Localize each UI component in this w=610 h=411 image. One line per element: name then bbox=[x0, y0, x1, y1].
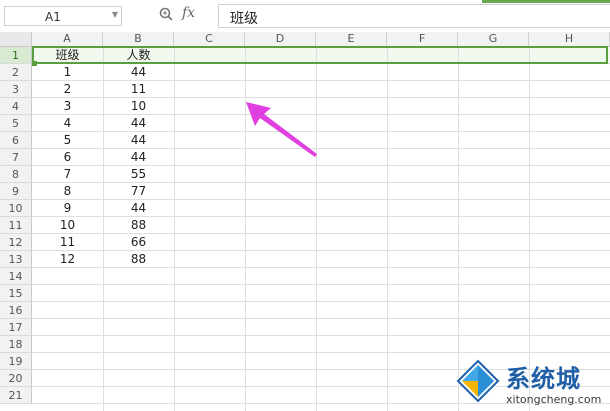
row-header-11[interactable]: 11 bbox=[0, 217, 32, 234]
gridline-horizontal bbox=[32, 335, 610, 336]
gridline-vertical bbox=[387, 47, 388, 411]
row-header-7[interactable]: 7 bbox=[0, 149, 32, 166]
formula-input[interactable]: 班级 bbox=[218, 4, 610, 28]
column-header-f[interactable]: F bbox=[387, 32, 458, 46]
column-header-g[interactable]: G bbox=[458, 32, 529, 46]
watermark-title: 系统城 bbox=[506, 365, 581, 393]
cell-class[interactable]: 9 bbox=[32, 200, 103, 217]
row-header-20[interactable]: 20 bbox=[0, 370, 32, 387]
cell-count[interactable]: 44 bbox=[103, 115, 174, 132]
select-all-button[interactable] bbox=[0, 32, 32, 46]
magnifier-icon[interactable] bbox=[158, 6, 174, 22]
column-header-row: A B C D E F G H bbox=[0, 32, 610, 47]
row-header-4[interactable]: 4 bbox=[0, 98, 32, 115]
column-header-c[interactable]: C bbox=[174, 32, 245, 46]
row-header-17[interactable]: 17 bbox=[0, 319, 32, 336]
cell-class[interactable]: 6 bbox=[32, 149, 103, 166]
cell-class[interactable]: 1 bbox=[32, 64, 103, 81]
row-header-3[interactable]: 3 bbox=[0, 81, 32, 98]
row-header-16[interactable]: 16 bbox=[0, 302, 32, 319]
cell-count[interactable]: 44 bbox=[103, 64, 174, 81]
row-header-15[interactable]: 15 bbox=[0, 285, 32, 302]
row-header-2[interactable]: 2 bbox=[0, 64, 32, 81]
chevron-down-icon[interactable]: ▼ bbox=[112, 10, 118, 19]
cell-count[interactable]: 55 bbox=[103, 166, 174, 183]
row-header-1[interactable]: 1 bbox=[0, 47, 32, 64]
cell-class[interactable]: 3 bbox=[32, 98, 103, 115]
name-box[interactable]: A1 ▼ bbox=[4, 6, 122, 26]
formula-bar: A1 ▼ fx 班级 bbox=[0, 0, 610, 33]
cell-count[interactable]: 44 bbox=[103, 200, 174, 217]
accent-strip bbox=[482, 0, 610, 3]
fx-button[interactable]: fx bbox=[182, 5, 195, 21]
formula-value: 班级 bbox=[230, 11, 258, 27]
gridline-horizontal bbox=[32, 284, 610, 285]
cell-class[interactable]: 12 bbox=[32, 251, 103, 268]
row-header-19[interactable]: 19 bbox=[0, 353, 32, 370]
cell-class[interactable]: 5 bbox=[32, 132, 103, 149]
cell-class[interactable]: 4 bbox=[32, 115, 103, 132]
watermark: 系统城 xitongcheng.com bbox=[452, 355, 610, 411]
watermark-url: xitongcheng.com bbox=[506, 393, 602, 406]
column-header-a[interactable]: A bbox=[32, 32, 103, 46]
column-header-e[interactable]: E bbox=[316, 32, 387, 46]
column-header-d[interactable]: D bbox=[245, 32, 316, 46]
column-header-h[interactable]: H bbox=[529, 32, 610, 46]
gridline-horizontal bbox=[32, 301, 610, 302]
selected-row-outline bbox=[32, 46, 608, 64]
fill-handle[interactable] bbox=[32, 61, 37, 66]
cell-class[interactable]: 11 bbox=[32, 234, 103, 251]
cell-count[interactable]: 77 bbox=[103, 183, 174, 200]
column-header-b[interactable]: B bbox=[103, 32, 174, 46]
cell-count[interactable]: 88 bbox=[103, 251, 174, 268]
row-header-12[interactable]: 12 bbox=[0, 234, 32, 251]
gridline-horizontal bbox=[32, 352, 610, 353]
row-header-13[interactable]: 13 bbox=[0, 251, 32, 268]
windows-logo-icon bbox=[456, 359, 500, 403]
cell-count[interactable]: 66 bbox=[103, 234, 174, 251]
row-header-18[interactable]: 18 bbox=[0, 336, 32, 353]
gridline-vertical bbox=[174, 47, 175, 411]
cell-class[interactable]: 8 bbox=[32, 183, 103, 200]
cell-count[interactable]: 10 bbox=[103, 98, 174, 115]
row-header-9[interactable]: 9 bbox=[0, 183, 32, 200]
cell-count[interactable]: 88 bbox=[103, 217, 174, 234]
row-header-5[interactable]: 5 bbox=[0, 115, 32, 132]
row-header-10[interactable]: 10 bbox=[0, 200, 32, 217]
row-header-14[interactable]: 14 bbox=[0, 268, 32, 285]
gridline-horizontal bbox=[32, 318, 610, 319]
row-header-21[interactable]: 21 bbox=[0, 387, 32, 404]
cell-count[interactable]: 44 bbox=[103, 132, 174, 149]
cell-class[interactable]: 10 bbox=[32, 217, 103, 234]
cell-count[interactable]: 11 bbox=[103, 81, 174, 98]
cell-class[interactable]: 2 bbox=[32, 81, 103, 98]
row-header-6[interactable]: 6 bbox=[0, 132, 32, 149]
annotation-arrow bbox=[246, 102, 317, 157]
cell-count[interactable]: 44 bbox=[103, 149, 174, 166]
row-header-8[interactable]: 8 bbox=[0, 166, 32, 183]
cell-class[interactable]: 7 bbox=[32, 166, 103, 183]
name-box-value: A1 bbox=[45, 10, 61, 24]
